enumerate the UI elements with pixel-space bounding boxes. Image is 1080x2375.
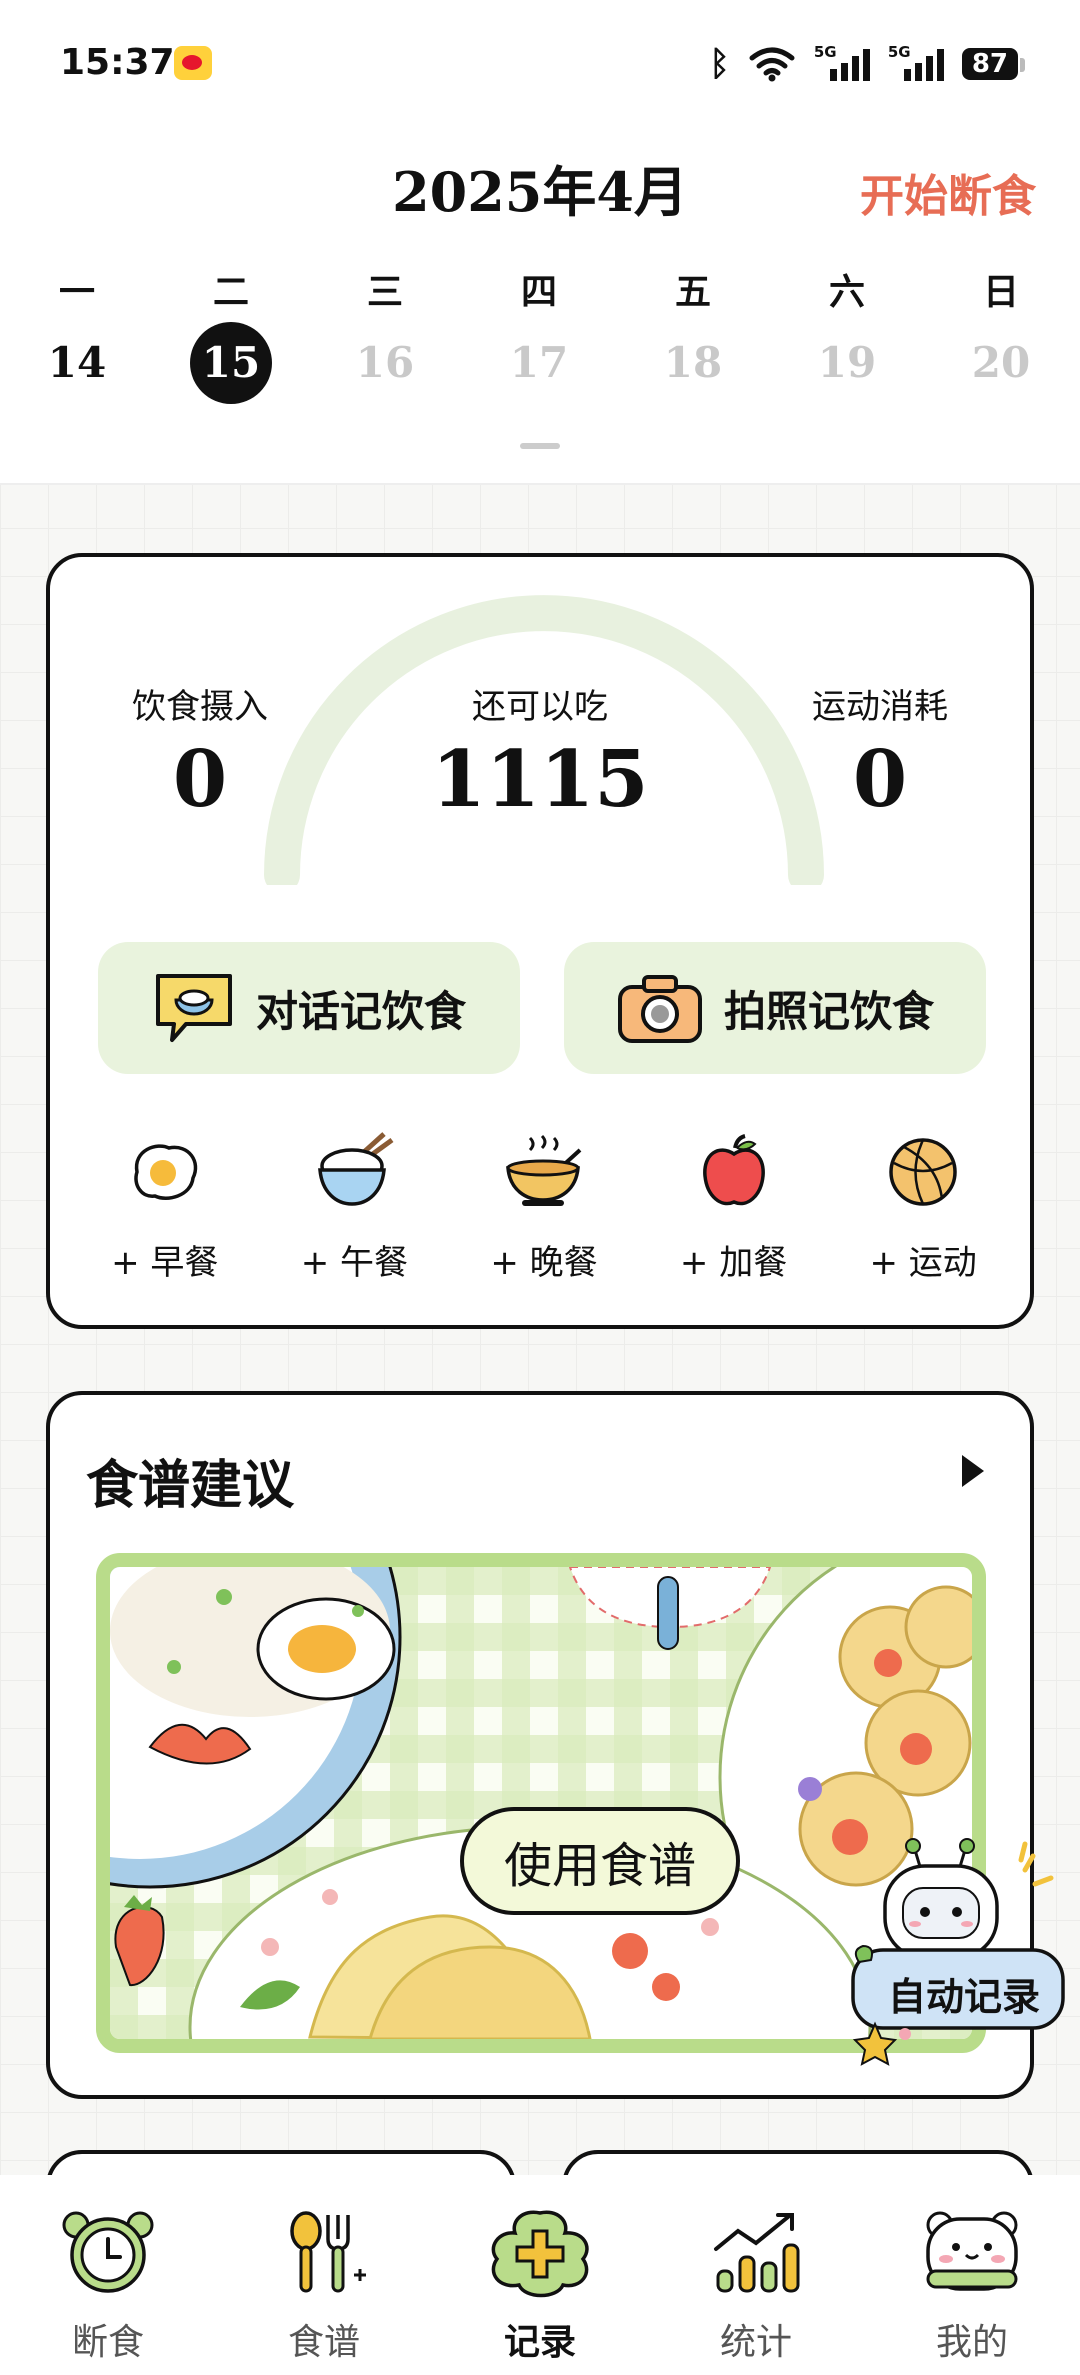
- weekday-label: 四: [520, 271, 557, 313]
- cell-signal-1-icon: 5G: [814, 43, 870, 81]
- date-row: 14 15 16 17 18 19 20: [0, 322, 1080, 404]
- soup-bowl-icon: [506, 1134, 582, 1206]
- wifi-icon: [749, 47, 795, 82]
- robot-mascot-icon: [851, 1838, 1065, 2066]
- bear-face-icon: [926, 2211, 1018, 2291]
- bottom-tab-bar: 断食 食谱 记录 统计 我的: [0, 2175, 1080, 2375]
- weekday-label: 二: [212, 271, 249, 313]
- start-fasting-button[interactable]: 开始断食: [860, 160, 1036, 224]
- date-cell[interactable]: 19: [770, 322, 924, 404]
- date-cell-selected[interactable]: 15: [154, 322, 308, 404]
- weekday-label: 三: [366, 271, 403, 313]
- week-calendar: 2025年4月 开始断食 一 二 三 四 五 六 日 14 15 16 17 1…: [0, 130, 1080, 485]
- bar-chart-icon: [714, 2213, 800, 2293]
- alarm-clock-icon: [62, 2211, 154, 2293]
- weekday-label: 一: [58, 271, 95, 313]
- photo-record-label: 拍照记饮食: [723, 986, 934, 1036]
- chat-record-button[interactable]: 对话记饮食: [98, 942, 520, 1074]
- meal-item-dinner[interactable]: + 晚餐: [459, 1127, 629, 1284]
- apple-icon: [702, 1134, 765, 1206]
- use-recipe-button[interactable]: 使用食谱: [460, 1807, 740, 1915]
- intake-stat: 饮食摄入 0: [110, 679, 290, 825]
- plus-flower-icon: [491, 2210, 589, 2298]
- date-cell[interactable]: 17: [462, 322, 616, 404]
- battery-indicator: 87: [961, 48, 1026, 80]
- auto-record-label: 自动记录: [887, 1974, 1040, 2019]
- tab-fasting[interactable]: 断食: [0, 2175, 216, 2375]
- meal-item-lunch[interactable]: + 午餐: [269, 1127, 439, 1284]
- tab-recipes[interactable]: 食谱: [216, 2175, 432, 2375]
- food-illustration: [110, 1567, 972, 2039]
- date-cell[interactable]: 14: [0, 322, 154, 404]
- recipe-section-title: 食谱建议: [77, 1443, 303, 1518]
- status-bar: 15:37 ᛒ 5G 5G 87: [0, 0, 1080, 130]
- spoon-fork-icon: [290, 2211, 366, 2293]
- meal-item-breakfast[interactable]: + 早餐: [80, 1127, 250, 1284]
- weibo-notification-icon: [174, 46, 212, 80]
- remaining-stat: 还可以吃 1115: [380, 679, 700, 825]
- auto-record-floating-button[interactable]: 自动记录: [845, 1830, 1075, 2074]
- weekday-label: 五: [674, 271, 711, 313]
- fried-egg-icon: [134, 1144, 197, 1200]
- burn-stat: 运动消耗 0: [790, 679, 970, 825]
- remaining-value: 1115: [431, 734, 649, 825]
- date-cell[interactable]: 16: [308, 322, 462, 404]
- weekday-label: 六: [828, 271, 865, 313]
- tab-profile[interactable]: 我的: [864, 2175, 1080, 2375]
- meal-shortcuts: + 早餐 + 午餐 + 晚餐 + 加餐 + 运动: [50, 1127, 1038, 1284]
- meal-item-exercise[interactable]: + 运动: [838, 1127, 1008, 1284]
- bluetooth-icon: ᛒ: [709, 44, 730, 84]
- meal-item-snack[interactable]: + 加餐: [649, 1127, 819, 1284]
- weekday-label: 日: [982, 271, 1019, 313]
- play-arrow-icon[interactable]: [962, 1455, 984, 1487]
- calorie-summary-card: 饮食摄入 0 还可以吃 1115 运动消耗 0 对话记饮食 拍照记饮食 + 早餐…: [46, 553, 1034, 1329]
- cell-signal-2-icon: 5G: [888, 43, 944, 81]
- date-cell[interactable]: 20: [924, 322, 1078, 404]
- camera-icon: [617, 975, 702, 1043]
- photo-record-button[interactable]: 拍照记饮食: [564, 942, 986, 1074]
- basketball-icon: [889, 1138, 957, 1206]
- intake-value: 0: [172, 734, 228, 825]
- expand-handle[interactable]: [520, 443, 560, 449]
- status-time: 15:37: [60, 42, 175, 83]
- remaining-label: 还可以吃: [472, 687, 608, 727]
- tab-record[interactable]: 记录: [432, 2175, 648, 2375]
- burn-label: 运动消耗: [812, 687, 948, 727]
- date-cell[interactable]: 18: [616, 322, 770, 404]
- tab-stats[interactable]: 统计: [648, 2175, 864, 2375]
- chat-bubble-icon: [155, 974, 232, 1042]
- rice-bowl-icon: [318, 1132, 394, 1206]
- burn-value: 0: [852, 734, 908, 825]
- intake-label: 饮食摄入: [132, 687, 268, 727]
- status-icons: ᛒ 5G 5G 87: [709, 43, 1026, 84]
- chat-record-label: 对话记饮食: [255, 986, 466, 1036]
- weekday-row: 一 二 三 四 五 六 日: [0, 263, 1080, 315]
